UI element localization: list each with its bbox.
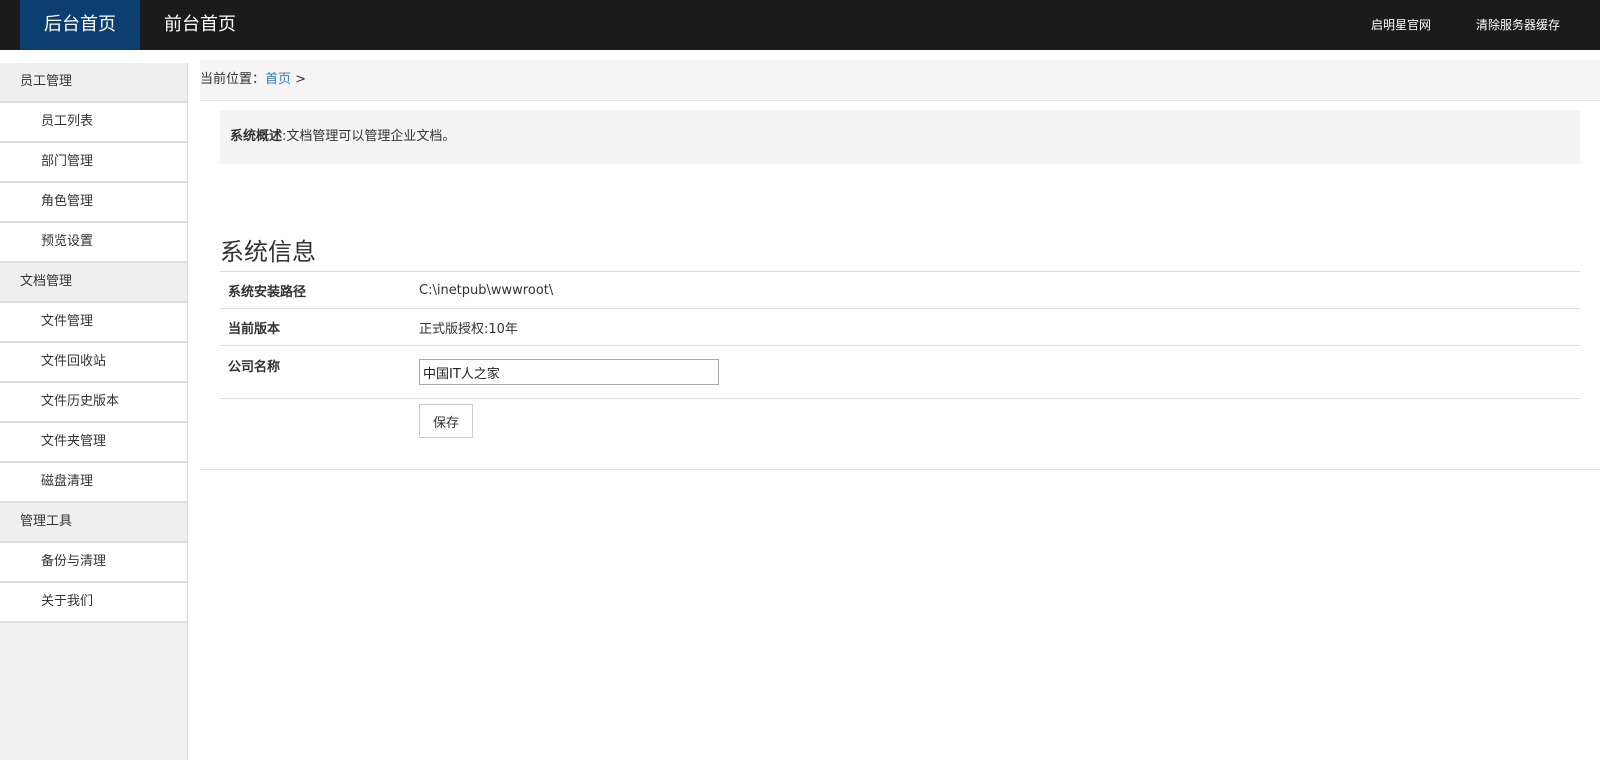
clear-cache-link[interactable]: 清除服务器缓存	[1476, 0, 1560, 50]
summary-label: 系统概述	[230, 129, 283, 144]
sidebar-item-about[interactable]: 关于我们	[0, 583, 187, 623]
table-row: 保存	[220, 398, 1580, 443]
table-row: 当前版本 正式版授权:10年	[220, 308, 1580, 346]
company-name-cell	[411, 345, 1580, 399]
section-title: 系统信息	[220, 238, 316, 266]
top-nav-tabs: 后台首页 前台首页	[20, 0, 260, 50]
sidebar-item-files[interactable]: 文件管理	[0, 303, 187, 343]
breadcrumb: 当前位置：首页 >	[200, 60, 1600, 101]
company-name-input[interactable]	[419, 359, 719, 385]
breadcrumb-home-link[interactable]: 首页	[265, 72, 291, 87]
sidebar-item-folders[interactable]: 文件夹管理	[0, 423, 187, 463]
sidebar-item-recycle-bin[interactable]: 文件回收站	[0, 343, 187, 383]
sidebar-group-tools[interactable]: 管理工具	[0, 503, 187, 543]
table-row: 公司名称	[220, 345, 1580, 399]
sidebar-item-preview-settings[interactable]: 预览设置	[0, 223, 187, 263]
top-nav-bar: 后台首页 前台首页 启明星官网 清除服务器缓存	[0, 0, 1600, 50]
summary-text: :文档管理可以管理企业文档。	[282, 129, 456, 144]
empty-cell	[220, 398, 411, 443]
sidebar-item-backup[interactable]: 备份与清理	[0, 543, 187, 583]
sidebar-item-staff-list[interactable]: 员工列表	[0, 103, 187, 143]
company-name-label: 公司名称	[220, 345, 411, 399]
sidebar-group-documents[interactable]: 文档管理	[0, 263, 187, 303]
sidebar-item-roles[interactable]: 角色管理	[0, 183, 187, 223]
system-info-table: 系统安装路径 C:\inetpub\wwwroot\ 当前版本 正式版授权:10…	[220, 271, 1580, 443]
version-label: 当前版本	[220, 308, 411, 346]
sidebar-group-staff[interactable]: 员工管理	[0, 63, 187, 103]
save-button[interactable]: 保存	[419, 404, 473, 438]
save-cell: 保存	[411, 398, 1580, 443]
sidebar-item-departments[interactable]: 部门管理	[0, 143, 187, 183]
install-path-label: 系统安装路径	[220, 271, 411, 309]
breadcrumb-prefix: 当前位置：	[200, 72, 266, 87]
version-value: 正式版授权:10年	[411, 308, 1580, 346]
breadcrumb-separator: >	[291, 72, 307, 87]
tab-frontend-home[interactable]: 前台首页	[140, 0, 260, 50]
install-path-value: C:\inetpub\wwwroot\	[411, 271, 1580, 309]
sidebar-item-file-history[interactable]: 文件历史版本	[0, 383, 187, 423]
sidebar: 员工管理 员工列表 部门管理 角色管理 预览设置 文档管理 文件管理 文件回收站…	[0, 63, 188, 760]
tab-backend-home[interactable]: 后台首页	[20, 0, 140, 50]
system-summary: 系统概述:文档管理可以管理企业文档。	[220, 110, 1580, 164]
divider	[200, 469, 1600, 470]
top-links: 启明星官网 清除服务器缓存	[1326, 0, 1560, 50]
table-row: 系统安装路径 C:\inetpub\wwwroot\	[220, 271, 1580, 309]
sidebar-item-disk-cleanup[interactable]: 磁盘清理	[0, 463, 187, 503]
official-site-link[interactable]: 启明星官网	[1371, 0, 1431, 50]
